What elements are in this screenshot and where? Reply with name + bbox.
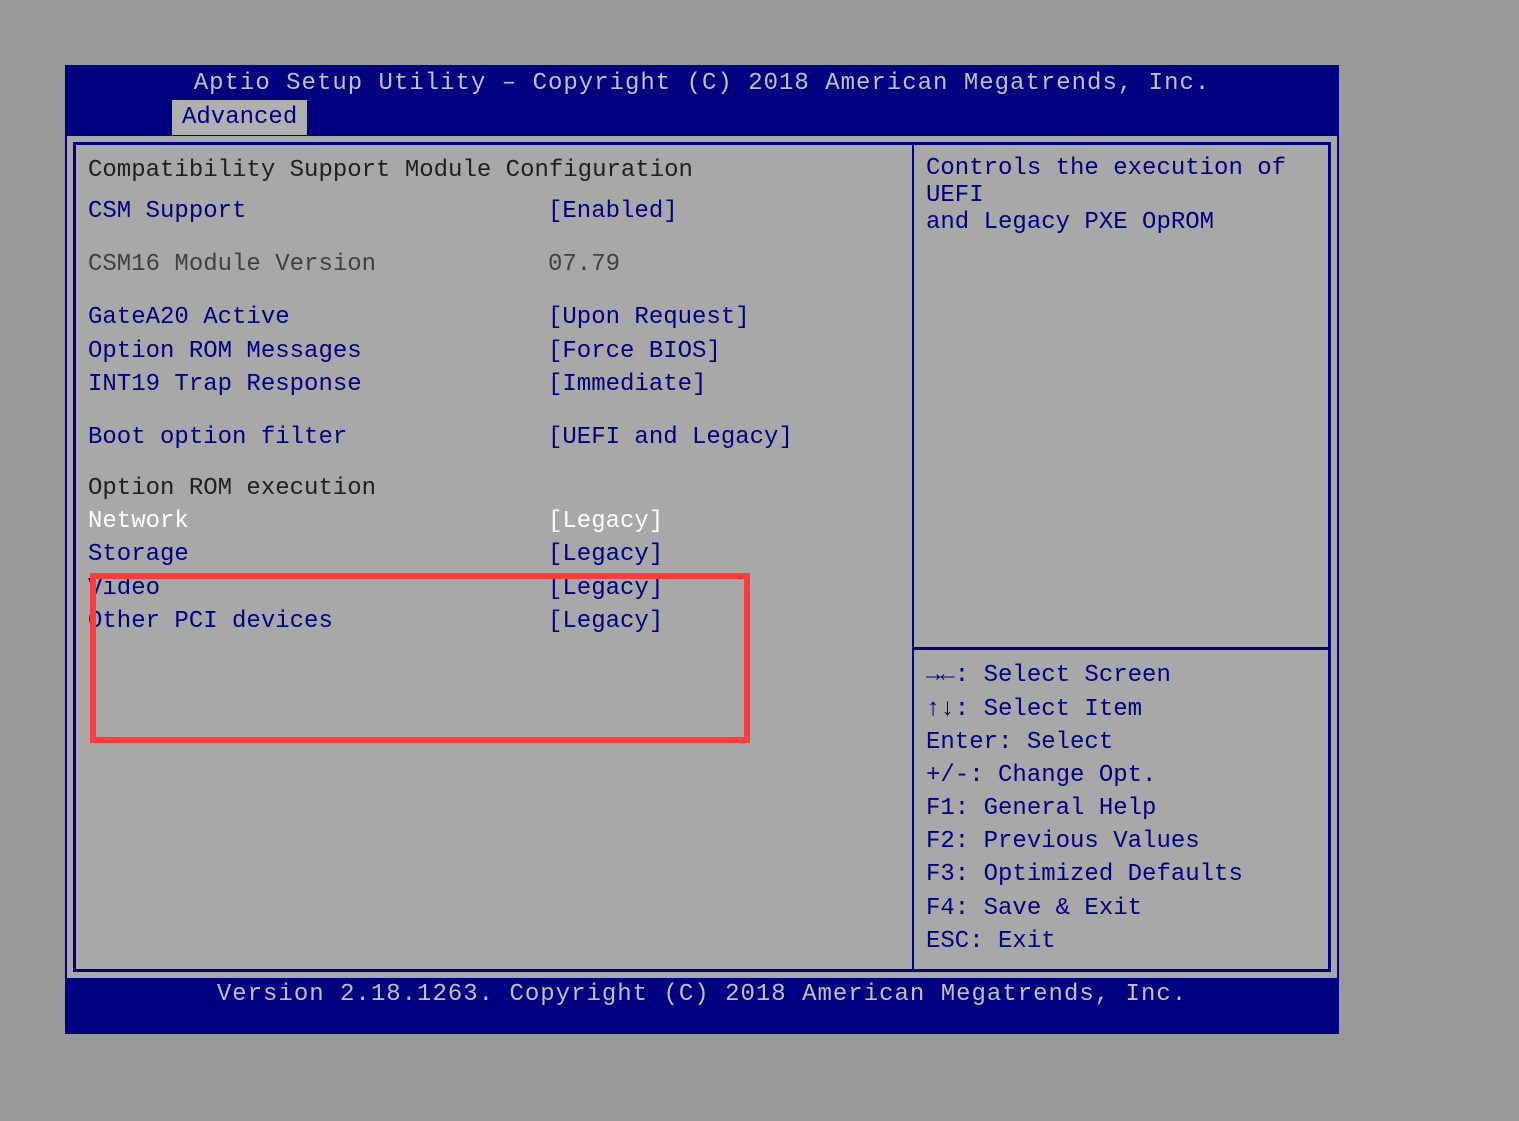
nav-f4: F4: Save & Exit — [926, 893, 1316, 924]
tab-bar: Advanced — [67, 100, 1337, 136]
help-divider — [914, 647, 1328, 650]
tab-advanced[interactable]: Advanced — [172, 100, 307, 135]
help-text-line2: and Legacy PXE OpROM — [926, 209, 1316, 236]
network-value: [Legacy] — [548, 506, 900, 537]
boot-filter-label: Boot option filter — [88, 422, 548, 453]
oprom-exec-title: Option ROM execution — [88, 475, 900, 502]
boot-filter-value: [UEFI and Legacy] — [548, 422, 900, 453]
video-label: Video — [88, 573, 548, 604]
storage-label: Storage — [88, 539, 548, 570]
csm-support-label: CSM Support — [88, 196, 548, 227]
setting-oprom-msgs[interactable]: Option ROM Messages [Force BIOS] — [88, 336, 900, 367]
network-label: Network — [88, 506, 548, 537]
gatea20-label: GateA20 Active — [88, 302, 548, 333]
setting-gatea20[interactable]: GateA20 Active [Upon Request] — [88, 302, 900, 333]
nav-select-screen: →←: Select Screen — [926, 660, 1316, 691]
panel-left: Compatibility Support Module Configurati… — [73, 142, 913, 972]
setting-video[interactable]: Video [Legacy] — [88, 573, 900, 604]
csm16-value: 07.79 — [548, 249, 900, 280]
setting-int19[interactable]: INT19 Trap Response [Immediate] — [88, 369, 900, 400]
setting-storage[interactable]: Storage [Legacy] — [88, 539, 900, 570]
oprom-msgs-label: Option ROM Messages — [88, 336, 548, 367]
section-title: Compatibility Support Module Configurati… — [88, 157, 900, 184]
help-text-line1: Controls the execution of UEFI — [926, 155, 1316, 209]
nav-select-item: ↑↓: Select Item — [926, 694, 1316, 725]
setting-network[interactable]: Network [Legacy] — [88, 506, 900, 537]
nav-esc: ESC: Exit — [926, 926, 1316, 957]
setting-boot-filter[interactable]: Boot option filter [UEFI and Legacy] — [88, 422, 900, 453]
setting-csm-support[interactable]: CSM Support [Enabled] — [88, 196, 900, 227]
csm-support-value: [Enabled] — [548, 196, 900, 227]
nav-f1: F1: General Help — [926, 793, 1316, 824]
footer-bar: Version 2.18.1263. Copyright (C) 2018 Am… — [67, 978, 1337, 1011]
setting-csm16-version: CSM16 Module Version 07.79 — [88, 249, 900, 280]
oprom-msgs-value: [Force BIOS] — [548, 336, 900, 367]
int19-label: INT19 Trap Response — [88, 369, 548, 400]
other-pci-label: Other PCI devices — [88, 606, 548, 637]
nav-enter: Enter: Select — [926, 727, 1316, 758]
title-bar: Aptio Setup Utility – Copyright (C) 2018… — [67, 67, 1337, 100]
nav-f3: F3: Optimized Defaults — [926, 859, 1316, 890]
csm16-label: CSM16 Module Version — [88, 249, 548, 280]
panel-right: Controls the execution of UEFI and Legac… — [913, 142, 1331, 972]
other-pci-value: [Legacy] — [548, 606, 900, 637]
bios-body: Compatibility Support Module Configurati… — [67, 136, 1337, 978]
setting-other-pci[interactable]: Other PCI devices [Legacy] — [88, 606, 900, 637]
video-value: [Legacy] — [548, 573, 900, 604]
nav-change-opt: +/-: Change Opt. — [926, 760, 1316, 791]
storage-value: [Legacy] — [548, 539, 900, 570]
nav-f2: F2: Previous Values — [926, 826, 1316, 857]
nav-help: →←: Select Screen ↑↓: Select Item Enter:… — [926, 641, 1316, 959]
int19-value: [Immediate] — [548, 369, 900, 400]
gatea20-value: [Upon Request] — [548, 302, 900, 333]
bios-window: Aptio Setup Utility – Copyright (C) 2018… — [65, 65, 1339, 1034]
